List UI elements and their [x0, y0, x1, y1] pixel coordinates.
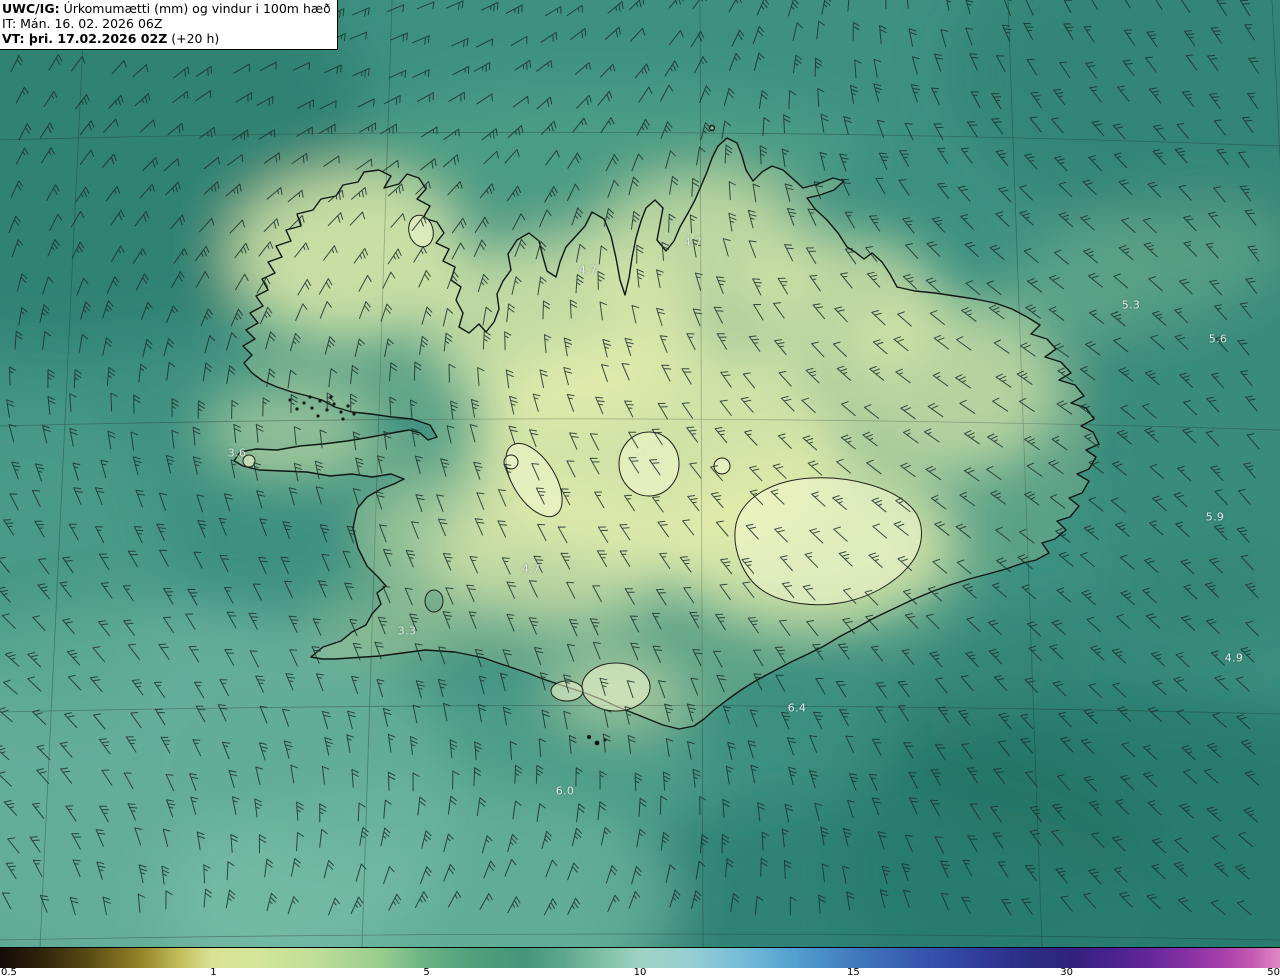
colorbar-labels: 0.5 1 5 10 15 30 50 — [0, 967, 1280, 978]
map-area: 4.7 4.7 5.3 5.6 3.6 5.9 4.7 3.3 4.9 6.4 6.0 — [0, 0, 1280, 947]
init-time: IT: Mán. 16. 02. 2026 06Z — [2, 16, 163, 31]
colorbar-label: 10 — [633, 967, 647, 978]
product-code: UWC/IG: — [2, 1, 60, 16]
map-canvas — [0, 0, 1280, 947]
valid-time: VT: þri. 17.02.2026 02Z (+20 h) — [2, 31, 331, 46]
colorbar-label: 0.5 — [1, 967, 17, 978]
weather-map-product: 4.7 4.7 5.3 5.6 3.6 5.9 4.7 3.3 4.9 6.4 6.0 UWC/IG… — [0, 0, 1280, 978]
title-box: UWC/IG: Úrkomumætti (mm) og vindur i 100… — [0, 0, 338, 50]
colorbar-label: 5 — [423, 967, 430, 978]
precipitation-colorbar — [0, 947, 1280, 968]
product-description: Úrkomumætti (mm) og vindur i 100m hæð — [59, 1, 331, 16]
valid-time-offset: (+20 h) — [167, 31, 220, 46]
colorbar-label: 30 — [1060, 967, 1073, 978]
colorbar-label: 50 — [1267, 967, 1280, 978]
product-title: UWC/IG: Úrkomumætti (mm) og vindur i 100… — [2, 1, 331, 16]
colorbar-label: 1 — [210, 967, 217, 978]
valid-time-main: VT: þri. 17.02.2026 02Z — [2, 31, 168, 46]
colorbar-label: 15 — [847, 967, 860, 978]
